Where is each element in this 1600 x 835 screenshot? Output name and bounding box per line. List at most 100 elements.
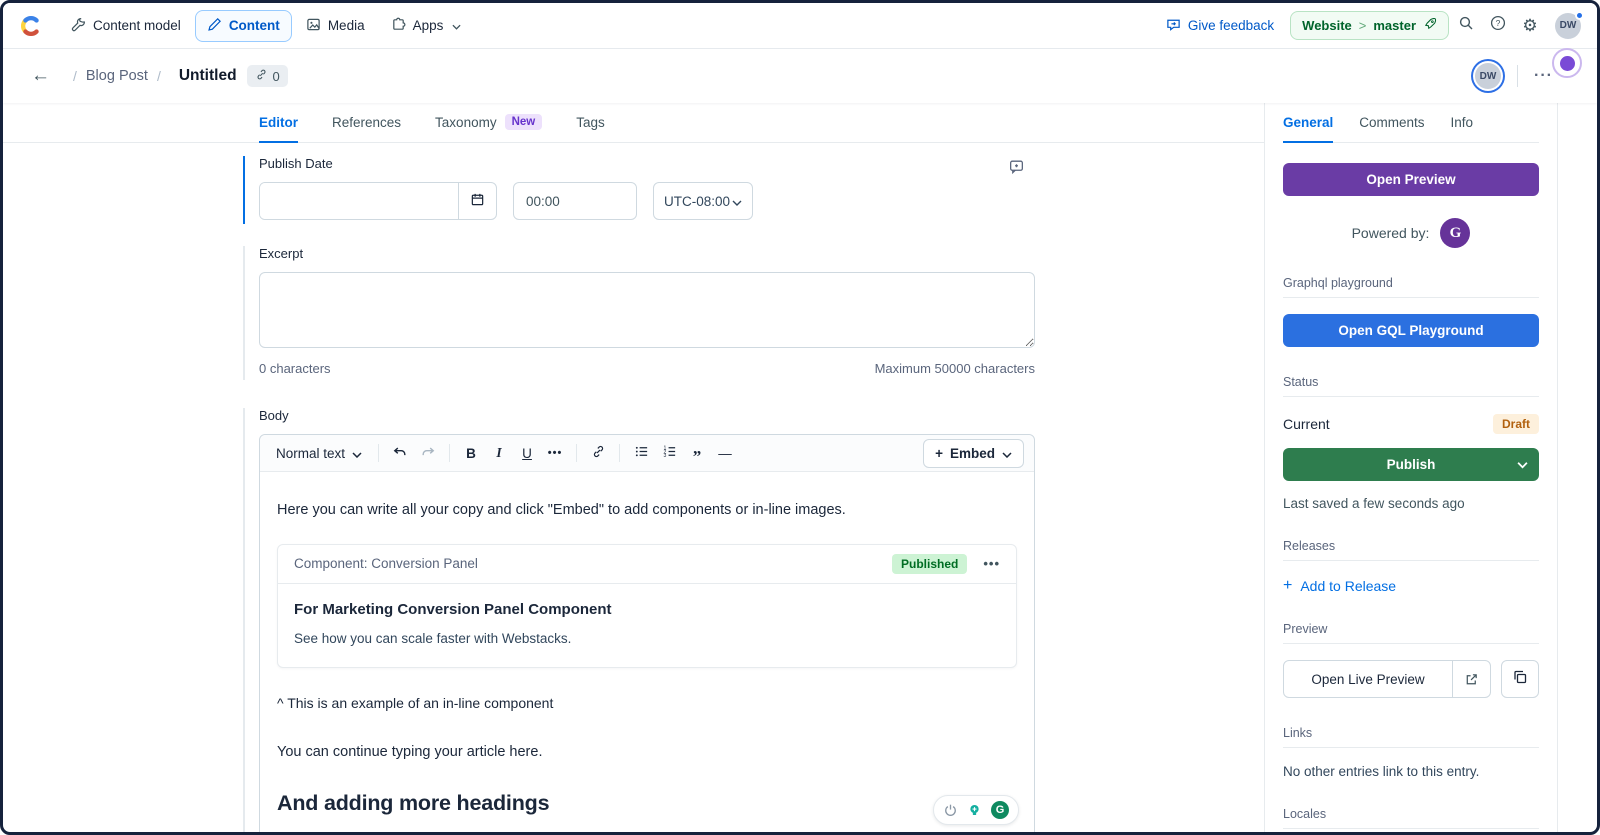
nav-content[interactable]: Content <box>195 10 292 42</box>
back-button[interactable]: ← <box>31 65 50 87</box>
sidebar-tab-info[interactable]: Info <box>1451 103 1474 143</box>
embed-button[interactable]: + Embed <box>923 439 1024 468</box>
entry-sidebar: General Comments Info Open Preview Power… <box>1264 103 1557 832</box>
entry-links-count[interactable]: 0 <box>247 65 288 87</box>
nav-media-label: Media <box>328 18 365 33</box>
chevron-down-icon <box>352 446 362 461</box>
bullet-list-button[interactable] <box>628 440 654 466</box>
open-gql-playground-button[interactable]: Open GQL Playground <box>1283 314 1539 347</box>
sidebar-tab-info-label: Info <box>1451 115 1474 130</box>
user-menu[interactable]: DW <box>1555 13 1581 39</box>
embedded-entry-card[interactable]: Component: Conversion Panel Published ••… <box>277 544 1017 668</box>
help-button[interactable]: ? <box>1483 11 1513 41</box>
embedded-entry-description: See how you can scale faster with Websta… <box>294 631 1000 646</box>
grammarly-widget: G <box>933 795 1019 825</box>
notification-dot <box>1575 11 1584 20</box>
toolbar-divider <box>576 444 577 462</box>
timezone-value: UTC-08:00 <box>664 194 730 209</box>
sidebar-tab-general[interactable]: General <box>1283 103 1333 143</box>
time-input[interactable] <box>513 182 637 220</box>
tab-references[interactable]: References <box>332 103 401 143</box>
editor-content-area[interactable]: Here you can write all your copy and cli… <box>260 472 1034 832</box>
open-live-preview-button[interactable]: Open Live Preview <box>1283 660 1491 698</box>
embedded-entry-menu[interactable]: ••• <box>983 556 1000 571</box>
sidebar-tab-comments[interactable]: Comments <box>1359 103 1424 143</box>
last-saved-text: Last saved a few seconds ago <box>1283 496 1539 511</box>
italic-button[interactable]: I <box>486 440 512 466</box>
search-button[interactable] <box>1451 11 1481 41</box>
collaborator-avatar[interactable]: DW <box>1475 63 1501 89</box>
entry-actions-menu[interactable]: ··· <box>1534 67 1553 85</box>
scrollbar-gutter[interactable] <box>1557 103 1597 832</box>
powered-by-label: Powered by: <box>1352 225 1430 241</box>
new-badge: New <box>505 114 543 130</box>
space-env-separator: > <box>1359 18 1367 33</box>
open-preview-button[interactable]: Open Preview <box>1283 163 1539 196</box>
svg-text:?: ? <box>1496 18 1501 28</box>
more-formatting-button[interactable]: ••• <box>542 440 568 466</box>
date-input[interactable] <box>260 183 458 219</box>
plus-icon: + <box>1283 578 1292 594</box>
links-count-value: 0 <box>273 69 280 84</box>
publish-date-label: Publish Date <box>259 156 1035 171</box>
horizontal-rule-button[interactable]: — <box>712 440 738 466</box>
body-paragraph: You can continue typing your article her… <box>277 742 1017 764</box>
entry-header: ← / Blog Post / Untitled 0 DW ··· <box>3 49 1597 103</box>
nav-media[interactable]: Media <box>294 10 377 42</box>
gear-icon: ⚙ <box>1522 17 1537 34</box>
tab-editor[interactable]: Editor <box>259 103 298 143</box>
locales-section-label: Locales <box>1283 807 1539 829</box>
chevron-down-icon <box>452 18 461 33</box>
settings-button[interactable]: ⚙ <box>1515 11 1545 41</box>
nav-apps[interactable]: Apps <box>379 10 474 42</box>
media-icon <box>306 17 321 35</box>
excerpt-textarea[interactable] <box>259 272 1035 348</box>
power-icon[interactable] <box>943 803 958 818</box>
nav-content-model[interactable]: Content model <box>59 10 193 42</box>
add-to-release-link[interactable]: + Add to Release <box>1283 578 1539 594</box>
sidebar-tab-general-label: General <box>1283 115 1333 130</box>
contentful-logo[interactable] <box>13 8 49 44</box>
help-icon: ? <box>1490 15 1506 36</box>
draft-badge: Draft <box>1493 414 1539 434</box>
lightbulb-icon[interactable] <box>967 803 982 818</box>
timezone-select[interactable]: UTC-08:00 <box>653 182 753 220</box>
tab-tags-label: Tags <box>576 115 605 130</box>
bold-button[interactable]: B <box>458 440 484 466</box>
chevron-down-icon[interactable] <box>1517 461 1528 468</box>
hyperlink-button[interactable] <box>585 440 611 466</box>
redo-button[interactable] <box>415 440 441 466</box>
editor-toolbar: Normal text B I U ••• <box>260 435 1034 472</box>
breadcrumb-content-type[interactable]: Blog Post <box>86 68 148 84</box>
chevron-down-icon <box>732 194 742 209</box>
sidebar-tabs: General Comments Info <box>1283 103 1539 143</box>
space-environment-badge[interactable]: Website > master <box>1290 11 1449 40</box>
give-feedback-link[interactable]: Give feedback <box>1166 17 1274 35</box>
undo-icon <box>392 445 408 462</box>
paragraph-style-dropdown[interactable]: Normal text <box>268 440 370 466</box>
entry-editor-main: Editor References Taxonomy New Tags Publ… <box>3 103 1264 832</box>
grammarly-icon[interactable]: G <box>991 801 1009 819</box>
nav-apps-label: Apps <box>413 18 444 33</box>
publish-label: Publish <box>1387 457 1436 472</box>
max-characters: Maximum 50000 characters <box>875 361 1035 376</box>
numbered-list-button[interactable]: 123 <box>656 440 682 466</box>
calendar-button[interactable] <box>458 183 496 219</box>
assistant-widget-icon[interactable] <box>1552 48 1582 78</box>
tab-tags[interactable]: Tags <box>576 103 605 143</box>
contentful-logo-icon <box>18 13 44 39</box>
copy-url-button[interactable] <box>1501 660 1539 698</box>
nav-content-label: Content <box>229 18 280 33</box>
underline-button[interactable]: U <box>514 440 540 466</box>
publish-button[interactable]: Publish <box>1283 448 1539 481</box>
status-badge: Published <box>892 554 967 574</box>
environment-name: master <box>1373 18 1416 33</box>
apps-icon <box>391 17 406 35</box>
current-label: Current <box>1283 416 1330 432</box>
external-link-icon[interactable] <box>1452 661 1490 697</box>
add-comment-icon[interactable] <box>1008 158 1025 180</box>
undo-button[interactable] <box>387 440 413 466</box>
body-label: Body <box>259 408 1035 423</box>
tab-taxonomy[interactable]: Taxonomy New <box>435 103 542 143</box>
quote-button[interactable]: ” <box>684 440 710 466</box>
